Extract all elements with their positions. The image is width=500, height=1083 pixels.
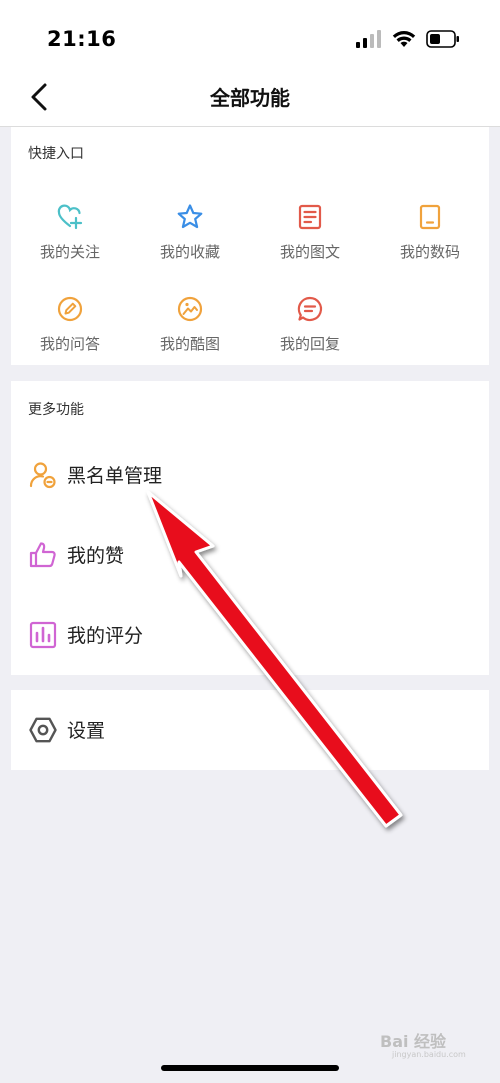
quick-item-label: 我的问答 xyxy=(39,335,100,353)
quick-item-follow[interactable]: 我的关注 xyxy=(15,203,125,262)
quick-item-label: 我的数码 xyxy=(399,243,460,261)
battery-icon xyxy=(426,30,459,48)
list-item-my-ratings[interactable]: 我的评分 xyxy=(11,605,489,665)
navigation-bar: 全部功能 xyxy=(0,78,500,127)
hexagon-settings-icon xyxy=(29,717,57,743)
list-item-label: 设置 xyxy=(67,720,106,742)
quick-item-digital[interactable]: 我的数码 xyxy=(375,203,485,262)
quick-item-replies[interactable]: 我的回复 xyxy=(255,295,365,354)
pencil-circle-icon xyxy=(57,296,83,322)
document-icon xyxy=(298,204,322,230)
section-title-more-functions: 更多功能 xyxy=(28,402,84,418)
image-circle-icon xyxy=(177,296,203,322)
bar-chart-icon xyxy=(29,621,57,649)
list-item-label: 我的评分 xyxy=(67,625,144,647)
quick-item-cool-images[interactable]: 我的酷图 xyxy=(135,295,245,354)
quick-item-favorites[interactable]: 我的收藏 xyxy=(135,203,245,262)
list-item-blacklist[interactable]: 黑名单管理 xyxy=(11,445,489,505)
quick-item-qa[interactable]: 我的问答 xyxy=(15,295,125,354)
quick-entry-card: 快捷入口 我的关注 我的收藏 我的图文 我的数码 我的问答 我的酷图 我的回复 xyxy=(11,127,489,365)
watermark-logo: Bai 经验 xyxy=(380,1032,447,1051)
page-title: 全部功能 xyxy=(210,86,290,110)
section-title-quick-entry: 快捷入口 xyxy=(28,146,84,162)
more-functions-card: 更多功能 黑名单管理 我的赞 我的评分 xyxy=(11,381,489,675)
list-item-label: 我的赞 xyxy=(67,545,125,567)
quick-item-label: 我的回复 xyxy=(279,335,340,353)
wifi-icon xyxy=(392,31,416,47)
list-item-label: 黑名单管理 xyxy=(67,465,163,487)
star-icon xyxy=(177,204,203,229)
quick-item-label: 我的酷图 xyxy=(159,335,220,353)
status-icons xyxy=(356,30,460,48)
quick-item-label: 我的收藏 xyxy=(159,243,220,261)
list-item-my-likes[interactable]: 我的赞 xyxy=(11,525,489,585)
watermark-url: jingyan.baidu.com xyxy=(392,1050,466,1059)
tablet-icon xyxy=(419,204,441,230)
home-indicator[interactable] xyxy=(161,1065,339,1071)
cellular-signal-icon xyxy=(356,30,381,48)
status-bar: 21:16 xyxy=(0,0,500,78)
quick-item-label: 我的关注 xyxy=(39,243,100,261)
heart-plus-icon xyxy=(57,204,83,230)
settings-card: 设置 xyxy=(11,690,489,770)
user-block-icon xyxy=(29,462,56,489)
thumbs-up-icon xyxy=(29,542,56,568)
chat-bubble-icon xyxy=(297,296,323,322)
quick-item-label: 我的图文 xyxy=(279,243,340,261)
status-time: 21:16 xyxy=(47,27,117,51)
list-item-settings[interactable]: 设置 xyxy=(11,700,489,760)
quick-item-posts[interactable]: 我的图文 xyxy=(255,203,365,262)
